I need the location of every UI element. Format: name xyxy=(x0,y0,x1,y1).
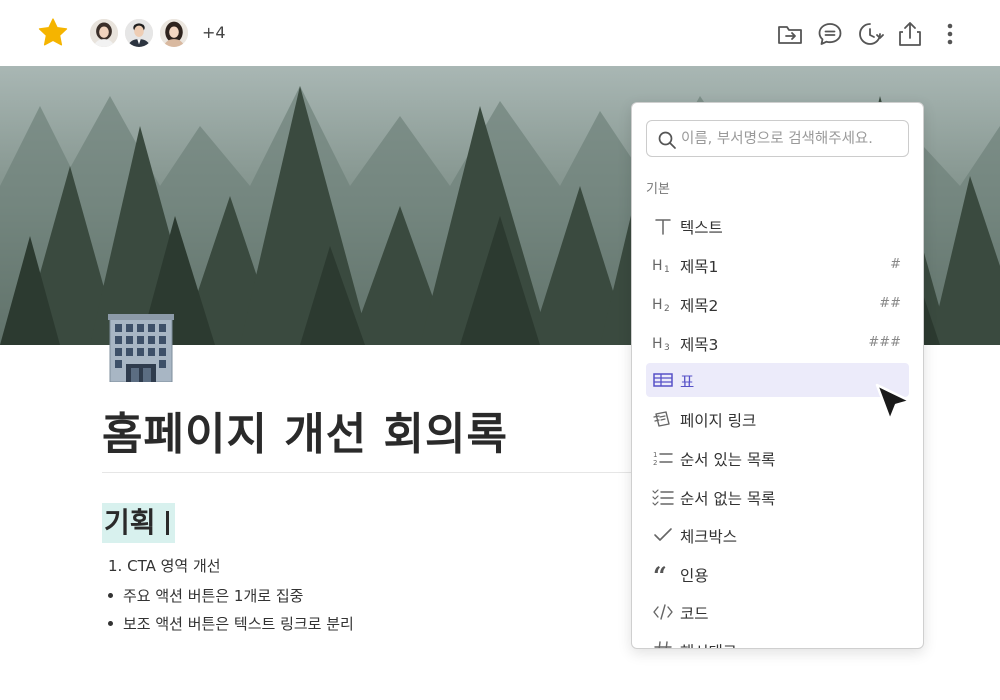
menu-item-label: 표 xyxy=(680,373,695,391)
avatar[interactable] xyxy=(88,17,120,49)
menu-item-label: 체크박스 xyxy=(680,528,738,546)
move-folder-icon[interactable] xyxy=(776,20,804,48)
menu-item-label: 텍스트 xyxy=(680,219,723,237)
menu-item-heading2[interactable]: H2 제목2 ## xyxy=(646,287,909,321)
unordered-list-icon xyxy=(652,489,674,506)
menu-item-shortcut: # xyxy=(890,257,901,272)
menu-item-label: 제목2 xyxy=(680,297,719,315)
building-icon[interactable] xyxy=(104,312,178,383)
menu-item-label: 코드 xyxy=(680,605,709,623)
svg-text:“: “ xyxy=(653,564,667,584)
svg-text:1: 1 xyxy=(653,451,657,459)
favorite-star-icon[interactable] xyxy=(36,16,70,50)
menu-item-shortcut: ## xyxy=(879,296,901,311)
menu-item-label: 순서 없는 목록 xyxy=(680,490,776,508)
svg-text:H: H xyxy=(652,297,663,313)
menu-section-label: 기본 xyxy=(646,182,670,197)
collaborator-avatars[interactable] xyxy=(88,17,193,49)
title-divider xyxy=(102,472,642,473)
heading2-icon: H2 xyxy=(652,297,670,314)
menu-item-label: 순서 있는 목록 xyxy=(680,451,776,469)
page-title[interactable]: 홈페이지 개선 회의록 xyxy=(102,398,508,462)
menu-search-box[interactable] xyxy=(646,120,909,157)
menu-item-shortcut: ### xyxy=(868,335,901,350)
menu-item-label: 제목1 xyxy=(680,258,719,276)
mouse-cursor-icon xyxy=(875,383,912,422)
menu-item-code[interactable]: 코드 xyxy=(646,595,909,629)
menu-item-quote[interactable]: “ 인용 xyxy=(646,557,909,591)
search-icon xyxy=(658,131,676,149)
top-bar: +4 xyxy=(0,0,1000,66)
menu-item-label: 제목3 xyxy=(680,336,719,354)
menu-item-hashtag[interactable]: 해시태그 xyxy=(646,633,909,648)
code-icon xyxy=(653,604,673,620)
ordered-list-icon: 12 xyxy=(653,451,673,467)
menu-item-unordered-list[interactable]: 순서 없는 목록 xyxy=(646,480,909,514)
avatar[interactable] xyxy=(158,17,190,49)
heading-block[interactable]: 기획 xyxy=(102,503,175,543)
table-icon xyxy=(653,373,673,387)
menu-item-table[interactable]: 표 xyxy=(646,363,909,397)
checkbox-icon xyxy=(654,528,672,541)
comment-icon[interactable] xyxy=(816,20,844,48)
menu-item-heading3[interactable]: H3 제목3 ### xyxy=(646,326,909,360)
heading3-icon: H3 xyxy=(652,336,670,353)
list-item[interactable]: 주요 액션 버튼은 1개로 집중 xyxy=(108,585,303,606)
hashtag-icon xyxy=(654,641,672,648)
svg-text:2: 2 xyxy=(664,304,670,314)
more-options-icon[interactable] xyxy=(936,20,964,48)
extra-collaborators-count[interactable]: +4 xyxy=(202,23,226,42)
menu-item-text[interactable]: 텍스트 xyxy=(646,209,909,243)
history-icon[interactable] xyxy=(856,20,884,48)
bullet-icon xyxy=(108,621,113,626)
menu-item-label: 해시태그 xyxy=(680,640,737,648)
menu-search-input[interactable] xyxy=(681,121,907,156)
svg-text:3: 3 xyxy=(664,343,670,353)
list-item-text[interactable]: CTA 영역 개선 xyxy=(127,557,220,575)
svg-text:2: 2 xyxy=(653,459,657,467)
list-item[interactable]: 보조 액션 버튼은 텍스트 링크로 분리 xyxy=(108,613,354,634)
share-icon[interactable] xyxy=(896,20,924,48)
bullet-icon xyxy=(108,593,113,598)
text-icon xyxy=(655,219,671,235)
svg-text:H: H xyxy=(652,258,663,274)
menu-item-label: 인용 xyxy=(680,567,709,585)
svg-text:1: 1 xyxy=(664,265,670,275)
menu-item-label: 페이지 링크 xyxy=(680,412,757,430)
page-link-icon xyxy=(653,411,670,427)
list-marker: 1. xyxy=(108,557,123,575)
list-item-text[interactable]: 보조 액션 버튼은 텍스트 링크로 분리 xyxy=(123,615,354,633)
heading1-icon: H1 xyxy=(652,258,670,275)
text-caret xyxy=(165,511,169,535)
list-item[interactable]: 1. CTA 영역 개선 xyxy=(108,555,221,576)
menu-item-ordered-list[interactable]: 12 순서 있는 목록 xyxy=(646,441,909,475)
avatar[interactable] xyxy=(123,17,155,49)
menu-item-checkbox[interactable]: 체크박스 xyxy=(646,518,909,552)
block-insert-menu: 기본 텍스트 H1 제목1 # H2 제목2 ## H3 제목3 ### 표 페… xyxy=(631,102,924,649)
quote-icon: “ xyxy=(653,564,667,584)
menu-item-heading1[interactable]: H1 제목1 # xyxy=(646,248,909,282)
menu-item-page-link[interactable]: 페이지 링크 xyxy=(646,402,909,436)
heading-text[interactable]: 기획 xyxy=(104,506,156,539)
list-item-text[interactable]: 주요 액션 버튼은 1개로 집중 xyxy=(123,587,303,605)
svg-text:H: H xyxy=(652,336,663,352)
